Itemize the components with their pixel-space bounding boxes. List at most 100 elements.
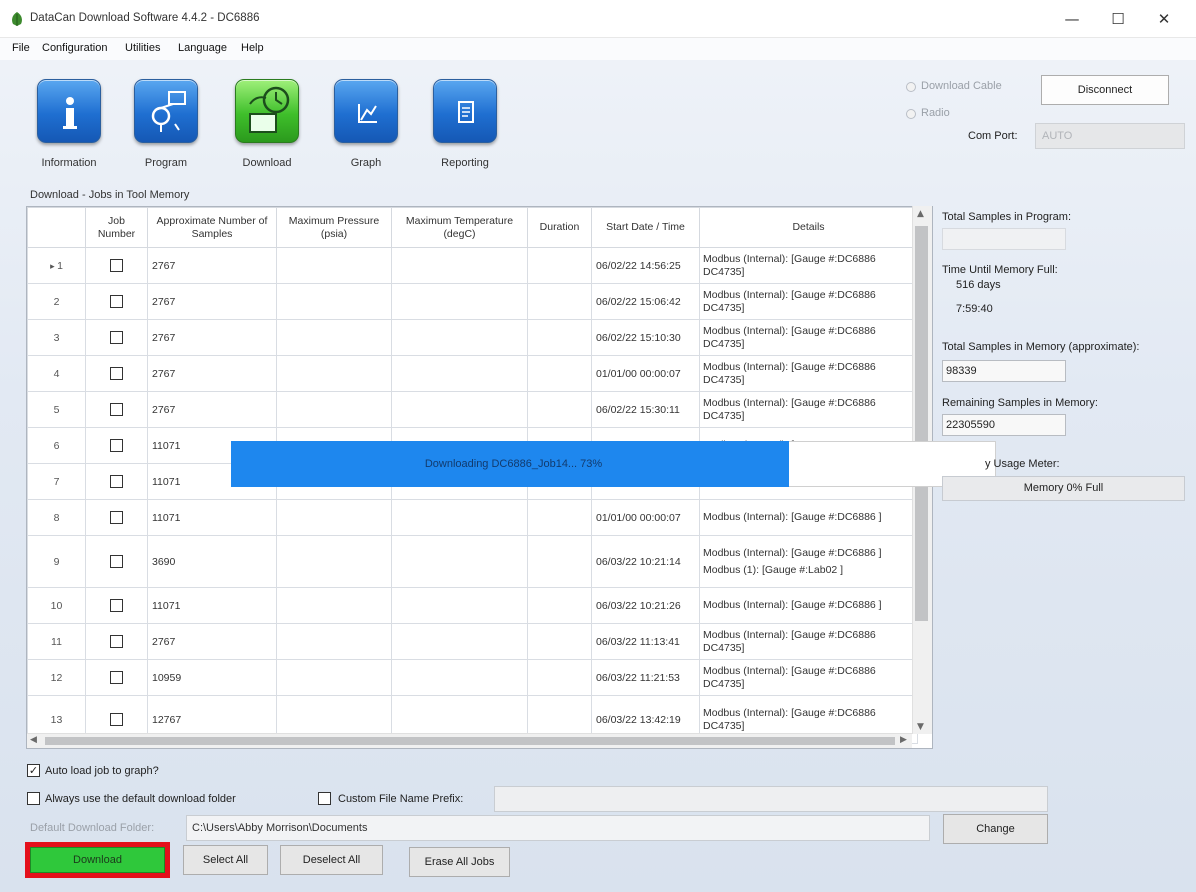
table-row[interactable]: ▸ 1 2767 06/02/22 14:56:25 Modbus (Internal… — [27, 247, 918, 284]
job-checkbox[interactable] — [110, 713, 123, 726]
table-row[interactable]: 3 2767 06/02/22 15:10:30 Modbus (Internal):… — [27, 319, 918, 356]
temperature-cell — [391, 659, 528, 696]
custom-prefix-input[interactable] — [494, 786, 1048, 812]
download-cable-radio[interactable] — [906, 82, 916, 92]
pressure-cell — [276, 355, 392, 392]
job-checkbox[interactable] — [110, 599, 123, 612]
radio-option-label: Radio — [921, 107, 950, 119]
reporting-button[interactable] — [433, 79, 497, 143]
scroll-left-icon[interactable]: ◀ — [30, 735, 37, 745]
remaining-samples-label: Remaining Samples in Memory: — [942, 397, 1098, 409]
scroll-up-icon[interactable]: ▲ — [917, 209, 924, 219]
download-button[interactable]: Download — [30, 847, 165, 873]
details-cell: Modbus (Internal): [Gauge #:DC6886 ] Modb… — [699, 535, 918, 588]
header-pressure[interactable]: Maximum Pressure (psia) — [276, 207, 392, 248]
disconnect-button[interactable]: Disconnect — [1041, 75, 1169, 105]
row-number-cell[interactable]: 7 — [27, 463, 86, 500]
maximize-button[interactable]: ☐ — [1095, 4, 1141, 34]
row-number-cell[interactable]: 10 — [27, 587, 86, 624]
temperature-cell — [391, 247, 528, 284]
menu-file[interactable]: File — [12, 42, 30, 54]
radio-option-radio[interactable] — [906, 109, 916, 119]
header-job-number[interactable]: Job Number — [85, 207, 148, 248]
row-number-cell[interactable]: 5 — [27, 391, 86, 428]
row-number-cell[interactable]: 12 — [27, 659, 86, 696]
row-number-cell[interactable]: 6 — [27, 427, 86, 464]
table-header-row: Job Number Approximate Number of Samples… — [27, 207, 918, 248]
row-number-cell[interactable]: ▸ 1 — [27, 247, 86, 284]
job-checkbox[interactable] — [110, 403, 123, 416]
scroll-down-icon[interactable]: ▼ — [917, 722, 924, 732]
row-number-cell[interactable]: 8 — [27, 499, 86, 536]
duration-cell — [527, 355, 592, 392]
header-start[interactable]: Start Date / Time — [591, 207, 700, 248]
graph-button[interactable] — [334, 79, 398, 143]
progress-text: Downloading DC6886_Job14... 73% — [424, 458, 603, 470]
job-checkbox[interactable] — [110, 331, 123, 344]
com-port-select[interactable]: AUTO — [1035, 123, 1185, 149]
menu-help[interactable]: Help — [241, 42, 264, 54]
job-checkbox[interactable] — [110, 475, 123, 488]
always-default-checkbox[interactable] — [27, 792, 40, 805]
header-details[interactable]: Details — [699, 207, 918, 248]
pressure-cell — [276, 659, 392, 696]
erase-all-jobs-button[interactable]: Erase All Jobs — [409, 847, 510, 877]
temperature-cell — [391, 587, 528, 624]
minimize-button[interactable]: — — [1049, 4, 1095, 34]
details-text: Modbus (Internal): [Gauge #:DC6886 DC473… — [703, 706, 876, 732]
table-row[interactable]: 11 2767 06/03/22 11:13:41 Modbus (Internal)… — [27, 623, 918, 660]
table-row[interactable]: 4 2767 01/01/00 00:00:07 Modbus (Internal):… — [27, 355, 918, 392]
job-checkbox[interactable] — [110, 367, 123, 380]
job-select-cell — [85, 623, 148, 660]
job-checkbox[interactable] — [110, 635, 123, 648]
pressure-cell — [276, 535, 392, 588]
row-number-cell[interactable]: 3 — [27, 319, 86, 356]
start-cell: 06/03/22 11:21:53 — [591, 659, 700, 696]
menu-language[interactable]: Language — [178, 42, 227, 54]
row-number-cell[interactable]: 4 — [27, 355, 86, 392]
job-checkbox[interactable] — [110, 439, 123, 452]
samples-cell: 2767 — [147, 355, 277, 392]
temperature-cell — [391, 319, 528, 356]
table-row[interactable]: 8 11071 01/01/00 00:00:07 Modbus (Internal)… — [27, 499, 918, 536]
row-number-cell[interactable]: 11 — [27, 623, 86, 660]
table-row[interactable]: 12 10959 06/03/22 11:21:53 Modbus (Internal… — [27, 659, 918, 696]
change-folder-button[interactable]: Change — [943, 814, 1048, 844]
scroll-right-icon[interactable]: ▶ — [900, 735, 907, 745]
samples-cell: 2767 — [147, 623, 277, 660]
information-button[interactable] — [37, 79, 101, 143]
horizontal-scroll-thumb[interactable] — [45, 737, 895, 745]
job-checkbox[interactable] — [110, 259, 123, 272]
job-checkbox[interactable] — [110, 295, 123, 308]
samples-cell: 2767 — [147, 247, 277, 284]
table-row[interactable]: 5 2767 06/02/22 15:30:11 Modbus (Internal):… — [27, 391, 918, 428]
row-number: 7 — [53, 475, 60, 488]
row-number: 11 — [51, 635, 62, 648]
details-text-secondary: Modbus (1): [Gauge #:Lab02 ] — [703, 563, 844, 576]
vertical-scroll-thumb[interactable] — [915, 226, 928, 621]
select-all-button[interactable]: Select All — [183, 845, 268, 875]
program-button[interactable] — [134, 79, 198, 143]
custom-prefix-checkbox[interactable] — [318, 792, 331, 805]
start-cell: 06/03/22 10:21:26 — [591, 587, 700, 624]
menu-configuration[interactable]: Configuration — [42, 42, 107, 54]
details-cell: Modbus (Internal): [Gauge #:DC6886 DC473… — [699, 623, 918, 660]
row-number-cell[interactable]: 9 — [27, 535, 86, 588]
table-row[interactable]: 9 3690 06/03/22 10:21:14 Modbus (Internal):… — [27, 535, 918, 588]
header-duration[interactable]: Duration — [527, 207, 592, 248]
download-tool-button[interactable] — [235, 79, 299, 143]
menu-utilities[interactable]: Utilities — [125, 42, 160, 54]
header-samples[interactable]: Approximate Number of Samples — [147, 207, 277, 248]
start-cell: 06/02/22 15:10:30 — [591, 319, 700, 356]
row-number-cell[interactable]: 2 — [27, 283, 86, 320]
job-checkbox[interactable] — [110, 511, 123, 524]
header-temperature[interactable]: Maximum Temperature (degC) — [391, 207, 528, 248]
close-button[interactable]: ✕ — [1141, 4, 1187, 34]
table-row[interactable]: 2 2767 06/02/22 15:06:42 Modbus (Internal):… — [27, 283, 918, 320]
auto-load-checkbox[interactable] — [27, 764, 40, 777]
table-row[interactable]: 10 11071 06/03/22 10:21:26 Modbus (Internal… — [27, 587, 918, 624]
default-folder-input[interactable]: C:\Users\Abby Morrison\Documents — [186, 815, 930, 841]
deselect-all-button[interactable]: Deselect All — [280, 845, 383, 875]
job-checkbox[interactable] — [110, 555, 123, 568]
job-checkbox[interactable] — [110, 671, 123, 684]
